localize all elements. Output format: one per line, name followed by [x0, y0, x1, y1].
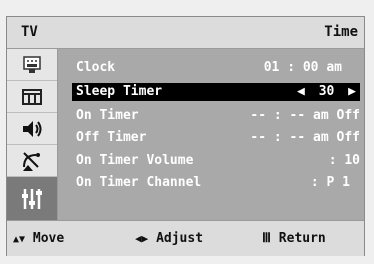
menu-item-on-timer-volume[interactable]: On Timer Volume : 10 [76, 152, 360, 170]
sidebar-item-sound[interactable] [7, 113, 57, 145]
menu-item-on-timer-channel[interactable]: On Timer Channel : P 1 [76, 174, 360, 192]
picture-icon [23, 55, 41, 73]
sleep-timer-label: Sleep Timer [76, 84, 163, 99]
source-label: TV [21, 24, 38, 40]
sidebar-item-channel[interactable] [7, 81, 57, 113]
move-hint: ▲▼ Move [13, 231, 64, 246]
tv-osd-menu: TV Time Clock 01: 00 am Sleep Timer ◀ 3… [6, 16, 365, 256]
return-icon: Ⅲ [262, 231, 271, 246]
channel-icon [22, 88, 42, 105]
on-timer-value: -- : -- am Off [250, 108, 360, 123]
return-hint: Ⅲ Return [262, 231, 326, 246]
menu-item-off-timer[interactable]: Off Timer -- : -- am Off [76, 129, 360, 147]
sleep-timer-value: 30 [318, 84, 335, 99]
sleep-timer-control[interactable]: ◀ 30 ▶ [297, 84, 356, 99]
menu-sidebar [7, 49, 58, 220]
right-arrow-icon[interactable]: ▶ [348, 84, 356, 99]
sidebar-item-antenna[interactable] [7, 145, 57, 177]
on-timer-channel-value: : P 1 [310, 175, 350, 190]
sound-icon [23, 120, 42, 137]
on-timer-volume-label: On Timer Volume [76, 153, 194, 168]
time-settings-panel: Clock 01 : 00 am Sleep Timer ◀ 30 ▶ On T… [58, 49, 364, 220]
adjust-label: Adjust [156, 231, 204, 246]
return-label: Return [278, 231, 326, 246]
menu-item-clock[interactable]: Clock 01 : 00 am [76, 59, 360, 77]
clock-value: 01 : 00 am [263, 60, 342, 75]
menu-footer: ▲▼ Move ◀▶ Adjust Ⅲ Return [7, 220, 364, 256]
menu-item-sleep-timer[interactable]: Sleep Timer ◀ 30 ▶ [72, 83, 360, 101]
sidebar-item-picture[interactable] [7, 49, 57, 81]
adjust-icon: ◀▶ [135, 232, 149, 245]
left-arrow-icon[interactable]: ◀ [297, 84, 305, 99]
move-icon: ▲▼ [13, 234, 26, 245]
move-label: Move [32, 231, 65, 246]
off-timer-label: Off Timer [76, 130, 147, 145]
off-timer-value: -- : -- am Off [250, 130, 360, 145]
sidebar-item-setup[interactable] [7, 177, 57, 220]
antenna-icon [23, 151, 40, 171]
on-timer-channel-label: On Timer Channel [76, 175, 202, 190]
menu-header: TV Time [7, 17, 364, 49]
menu-item-on-timer[interactable]: On Timer -- : -- am Off [76, 107, 360, 125]
clock-label: Clock [76, 60, 116, 75]
adjust-hint: ◀▶ Adjust [135, 231, 203, 246]
menu-title: Time [324, 24, 358, 40]
on-timer-label: On Timer [76, 108, 139, 123]
setup-icon [22, 188, 42, 209]
on-timer-volume-value: : 10 [328, 153, 360, 168]
